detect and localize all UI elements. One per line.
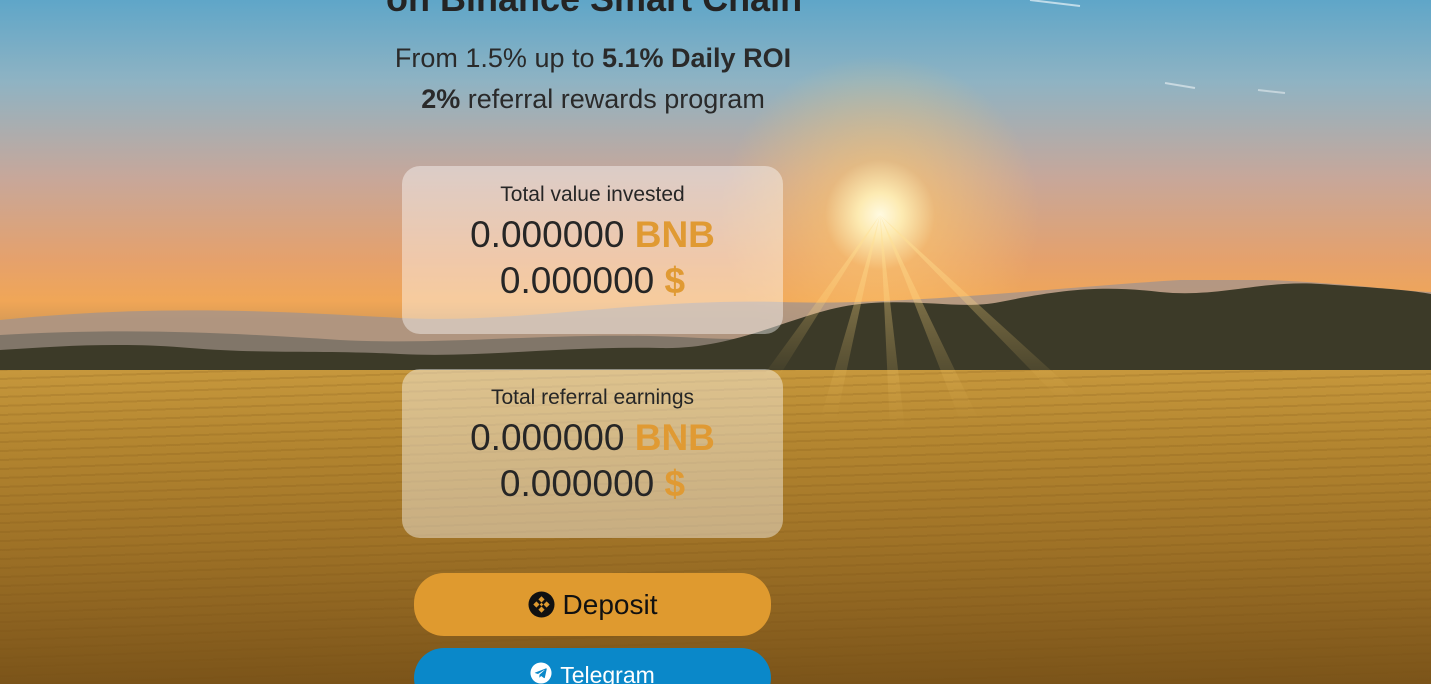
total-referral-usd: 0.000000 $ — [402, 461, 783, 507]
total-invested-usd-value: 0.000000 — [499, 260, 655, 301]
deposit-button[interactable]: Deposit — [414, 573, 771, 636]
total-referral-bnb-value: 0.000000 — [470, 417, 625, 458]
deposit-button-label: Deposit — [562, 588, 658, 620]
total-referral-usd-unit: $ — [664, 463, 686, 504]
total-invested-title: Total value invested — [500, 183, 685, 206]
referral-tagline-suffix: referral rewards program — [460, 84, 765, 114]
total-invested-bnb: 0.000000 BNB — [402, 212, 783, 258]
telegram-icon — [530, 662, 552, 684]
roi-tagline-highlight: 5.1% Daily ROI — [602, 43, 792, 73]
roi-tagline: From 1.5% up to 5.1% Daily ROI — [0, 43, 1186, 74]
referral-tagline: 2% referral rewards program — [0, 84, 1186, 115]
total-referral-usd-value: 0.000000 — [499, 463, 655, 504]
total-referral-bnb-unit: BNB — [634, 417, 715, 458]
roi-tagline-prefix: From 1.5% up to — [394, 43, 602, 73]
page-headline: on Binance Smart Chain — [386, 0, 802, 20]
landing-page: on Binance Smart Chain From 1.5% up to 5… — [0, 0, 1431, 684]
total-invested-usd: 0.000000 $ — [402, 258, 783, 304]
total-referral-title: Total referral earnings — [490, 386, 695, 409]
total-referral-bnb: 0.000000 BNB — [402, 415, 783, 461]
telegram-button[interactable]: Telegram — [414, 648, 771, 684]
total-invested-bnb-unit: BNB — [634, 214, 715, 255]
total-invested-usd-unit: $ — [664, 260, 686, 301]
referral-tagline-highlight: 2% — [421, 84, 461, 114]
total-invested-card: Total value invested 0.000000 BNB 0.0000… — [402, 166, 783, 334]
total-invested-bnb-value: 0.000000 — [470, 214, 625, 255]
telegram-button-label: Telegram — [560, 662, 655, 684]
binance-icon — [528, 591, 555, 618]
total-referral-card: Total referral earnings 0.000000 BNB 0.0… — [402, 369, 783, 538]
